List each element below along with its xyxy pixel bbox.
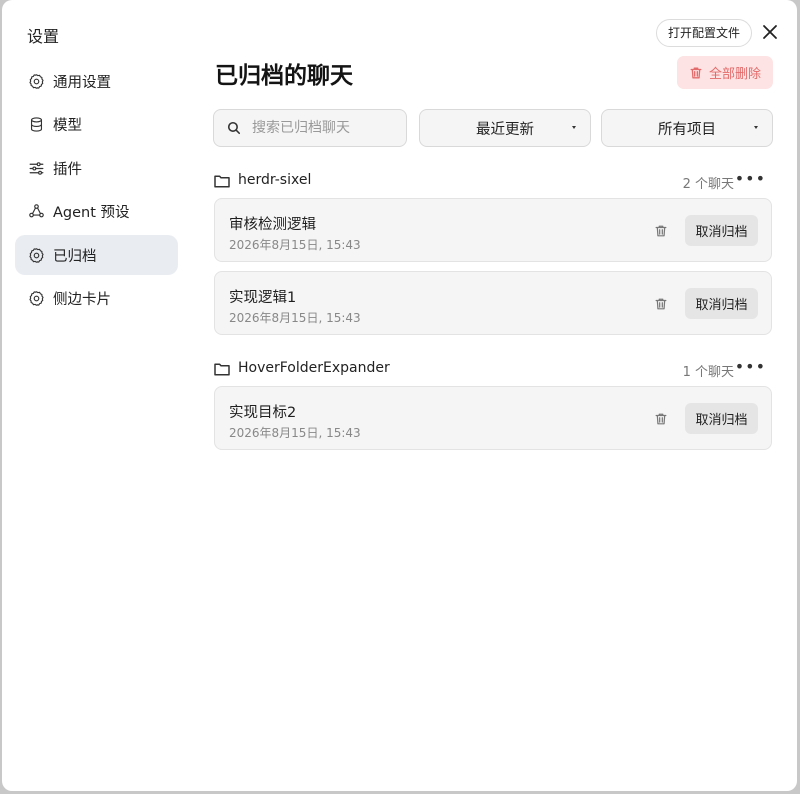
chat-date: 2026年8月15日, 15:43 xyxy=(229,311,361,325)
group-header: herdr-sixel 2 个聊天 ••• xyxy=(214,169,774,193)
project-filter-select[interactable]: 所有项目 xyxy=(601,109,773,147)
group-header: HoverFolderExpander 1 个聊天 ••• xyxy=(214,357,774,381)
trash-icon xyxy=(655,225,667,237)
group-chat-count: 1 个聊天 xyxy=(682,365,734,380)
folder-icon xyxy=(214,173,230,192)
sidebar: 设置 通用设置 模型 插件 Agent 预设 已归档 侧边卡片 xyxy=(2,0,192,791)
delete-chat-button[interactable] xyxy=(654,411,668,430)
sidebar-item-label: 模型 xyxy=(53,118,82,135)
search-icon xyxy=(227,121,241,135)
page-title: 已归档的聊天 xyxy=(215,63,353,89)
sidebar-item-label: 插件 xyxy=(53,161,82,178)
search-box[interactable] xyxy=(213,109,407,147)
chat-date: 2026年8月15日, 15:43 xyxy=(229,238,361,252)
trash-icon xyxy=(690,67,702,78)
chat-date: 2026年8月15日, 15:43 xyxy=(229,426,361,440)
sidebar-title: 设置 xyxy=(27,27,60,46)
unarchive-button[interactable]: 取消归档 xyxy=(685,403,758,434)
database-icon xyxy=(27,116,45,134)
group-name: HoverFolderExpander xyxy=(238,360,390,376)
sidebar-item-general-settings[interactable]: 通用设置 xyxy=(15,61,178,101)
sliders-icon xyxy=(27,159,45,177)
unarchive-button[interactable]: 取消归档 xyxy=(685,215,758,246)
sort-select[interactable]: 最近更新 xyxy=(419,109,591,147)
gear-icon xyxy=(27,246,45,264)
chat-title: 实现逻辑1 xyxy=(229,290,297,306)
sidebar-item-agent-presets[interactable]: Agent 预设 xyxy=(15,192,178,232)
group-chat-count: 2 个聊天 xyxy=(682,177,734,192)
gear-icon xyxy=(27,290,45,308)
trash-icon xyxy=(655,413,667,425)
chevron-down-icon xyxy=(754,126,758,129)
open-config-file-button[interactable]: 打开配置文件 xyxy=(656,19,753,47)
delete-chat-button[interactable] xyxy=(654,223,668,242)
chat-title: 实现目标2 xyxy=(229,405,297,421)
delete-all-button[interactable]: 全部删除 xyxy=(677,56,773,89)
folder-icon xyxy=(214,361,230,380)
sidebar-item-side-cards[interactable]: 侧边卡片 xyxy=(15,279,178,319)
close-icon xyxy=(763,25,777,39)
chat-title: 审核检测逻辑 xyxy=(229,217,316,233)
gear-icon xyxy=(27,72,45,90)
sidebar-item-models[interactable]: 模型 xyxy=(15,105,178,145)
sidebar-list: 通用设置 模型 插件 Agent 预设 已归档 侧边卡片 xyxy=(15,61,178,323)
project-filter-value: 所有项目 xyxy=(658,121,716,138)
group-name: herdr-sixel xyxy=(238,172,312,188)
chevron-down-icon xyxy=(572,126,576,129)
sidebar-item-archived[interactable]: 已归档 xyxy=(15,235,178,276)
sort-select-value: 最近更新 xyxy=(476,121,534,138)
archived-chat-card[interactable]: 实现目标2 2026年8月15日, 15:43 取消归档 xyxy=(214,386,772,450)
settings-window: 设置 通用设置 模型 插件 Agent 预设 已归档 侧边卡片 打开配置文件 已… xyxy=(2,0,797,791)
sidebar-item-label: 侧边卡片 xyxy=(53,292,111,309)
more-options-icon[interactable]: ••• xyxy=(735,169,766,188)
sidebar-item-label: Agent 预设 xyxy=(53,205,130,222)
sidebar-item-plugins[interactable]: 插件 xyxy=(15,148,178,188)
unarchive-button[interactable]: 取消归档 xyxy=(685,288,758,319)
agent-icon xyxy=(27,203,45,221)
archived-chat-card[interactable]: 审核检测逻辑 2026年8月15日, 15:43 取消归档 xyxy=(214,198,772,262)
trash-icon xyxy=(655,298,667,310)
delete-all-label: 全部删除 xyxy=(708,67,761,82)
delete-chat-button[interactable] xyxy=(654,296,668,315)
sidebar-item-label: 已归档 xyxy=(53,248,97,265)
archived-chat-card[interactable]: 实现逻辑1 2026年8月15日, 15:43 取消归档 xyxy=(214,271,772,335)
search-input[interactable] xyxy=(250,119,394,137)
more-options-icon[interactable]: ••• xyxy=(735,357,766,376)
sidebar-item-label: 通用设置 xyxy=(53,74,111,91)
close-button[interactable] xyxy=(761,23,779,41)
